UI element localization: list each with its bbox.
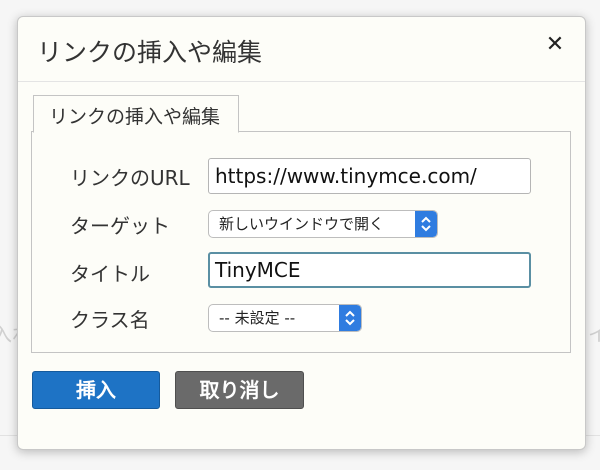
link-dialog: リンクの挿入や編集 ✕ リンクの挿入や編集 リンクのURL https://ww… xyxy=(17,16,586,450)
target-select-value: 新しいウインドウで開く xyxy=(219,215,385,233)
url-label: リンクのURL xyxy=(70,166,190,190)
close-button[interactable]: ✕ xyxy=(543,32,567,58)
dialog-title: リンクの挿入や編集 xyxy=(37,38,263,67)
background-text-right: イ xyxy=(588,322,600,346)
title-label: タイトル xyxy=(70,262,150,286)
tab-label: リンクの挿入や編集 xyxy=(49,106,221,128)
title-input[interactable]: TinyMCE xyxy=(208,252,531,288)
target-label: ターゲット xyxy=(70,214,170,238)
cancel-button[interactable]: 取り消し xyxy=(175,371,304,409)
class-select[interactable]: -- 未設定 -- xyxy=(208,304,362,332)
close-icon: ✕ xyxy=(545,32,565,57)
target-select[interactable]: 新しいウインドウで開く xyxy=(208,210,438,238)
select-arrows-icon xyxy=(339,305,361,331)
insert-button[interactable]: 挿入 xyxy=(32,371,160,409)
url-input[interactable]: https://www.tinymce.com/ xyxy=(208,158,531,194)
class-select-value: -- 未設定 -- xyxy=(219,309,296,327)
class-label: クラス名 xyxy=(70,308,150,332)
select-arrows-icon xyxy=(415,211,437,237)
tab-insert-edit-link[interactable]: リンクの挿入や編集 xyxy=(33,95,239,133)
tab-panel: リンクのURL https://www.tinymce.com/ ターゲット 新… xyxy=(31,131,571,353)
title-separator xyxy=(18,81,585,82)
